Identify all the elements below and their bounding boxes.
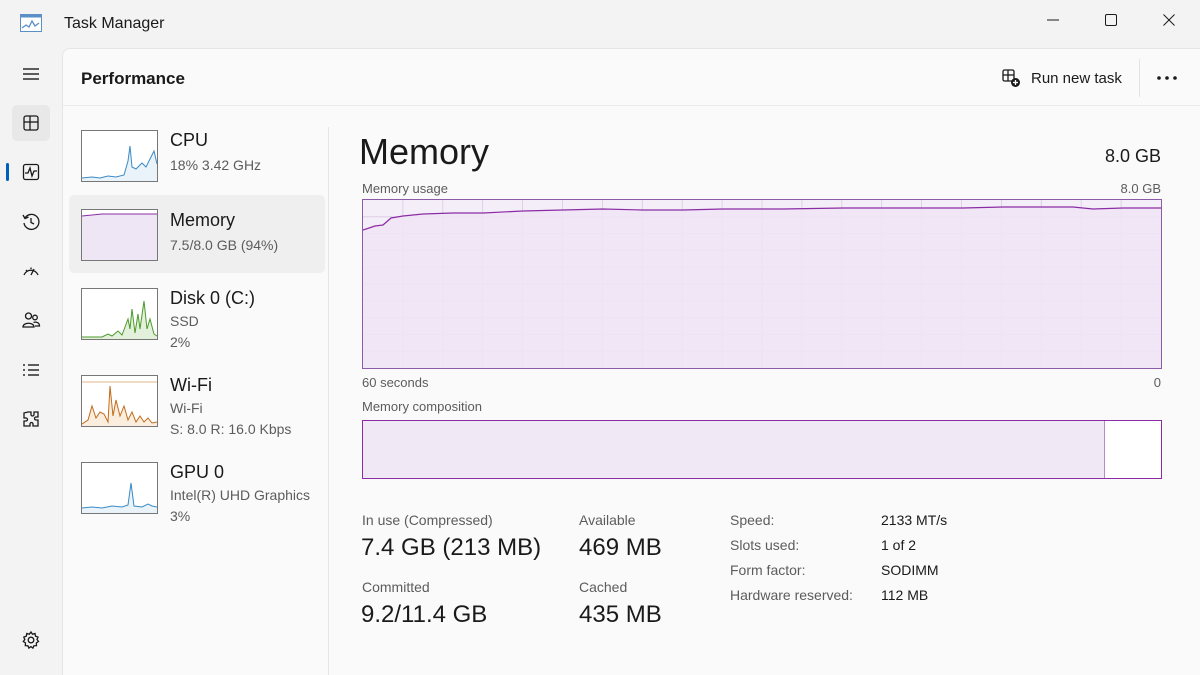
navigation-rail bbox=[0, 48, 62, 675]
device-cpu[interactable]: CPU 18% 3.42 GHz bbox=[69, 125, 325, 203]
device-memory[interactable]: Memory 7.5/8.0 GB (94%) bbox=[69, 195, 325, 273]
title-bar: Task Manager bbox=[0, 0, 1200, 48]
nav-history[interactable] bbox=[12, 204, 50, 240]
nav-app-history[interactable] bbox=[12, 154, 50, 190]
spec-value: 1 of 2 bbox=[881, 537, 917, 553]
run-new-task-button[interactable]: Run new task bbox=[1001, 66, 1122, 90]
device-name: Wi-Fi bbox=[170, 375, 212, 395]
memory-thumbnail-graph bbox=[81, 209, 158, 261]
time-axis-end: 0 bbox=[1153, 375, 1161, 390]
page-header: Performance Run new task bbox=[63, 49, 1200, 106]
available-label: Available bbox=[579, 512, 636, 528]
time-axis-start: 60 seconds bbox=[362, 375, 429, 390]
sidebar-divider bbox=[328, 127, 329, 675]
available-value: 469 MB bbox=[579, 534, 662, 561]
memory-composition-label: Memory composition bbox=[362, 399, 482, 414]
device-wifi[interactable]: Wi-Fi Wi-Fi S: 8.0 R: 16.0 Kbps bbox=[69, 370, 325, 448]
device-name: Memory bbox=[170, 210, 236, 230]
task-manager-icon bbox=[20, 14, 42, 32]
maximize-icon bbox=[1105, 14, 1117, 26]
gpu-thumbnail-graph bbox=[81, 462, 158, 514]
in-use-value: 7.4 GB (213 MB) bbox=[361, 534, 542, 561]
spec-value: 2133 MT/s bbox=[881, 512, 948, 528]
details-icon bbox=[23, 364, 39, 376]
spec-key: Hardware reserved: bbox=[730, 587, 853, 603]
close-button[interactable] bbox=[1140, 0, 1198, 40]
services-icon bbox=[23, 411, 39, 427]
performance-icon bbox=[23, 115, 39, 131]
spec-key: Form factor: bbox=[730, 562, 806, 578]
startup-icon bbox=[23, 267, 39, 276]
cached-label: Cached bbox=[579, 579, 628, 595]
active-indicator bbox=[6, 163, 9, 181]
minimize-icon bbox=[1047, 19, 1059, 21]
spec-value: SODIMM bbox=[881, 562, 939, 578]
main-panel: Performance Run new task CPU 18% 3.42 GH… bbox=[62, 48, 1200, 675]
hamburger-icon bbox=[23, 68, 39, 80]
run-new-task-label: Run new task bbox=[1031, 69, 1122, 87]
app-history-icon bbox=[22, 163, 40, 181]
hamburger-button[interactable] bbox=[12, 56, 50, 92]
device-gpu[interactable]: GPU 0 Intel(R) UHD Graphics 3% bbox=[69, 457, 325, 535]
memory-usage-label: Memory usage bbox=[362, 181, 448, 196]
nav-services[interactable] bbox=[12, 401, 50, 437]
minimize-button[interactable] bbox=[1024, 0, 1082, 40]
settings-icon bbox=[22, 630, 40, 650]
memory-usage-graph bbox=[362, 199, 1162, 369]
run-task-icon bbox=[1002, 69, 1020, 87]
close-icon bbox=[1163, 14, 1175, 26]
device-detail: 18% 3.42 GHz bbox=[170, 157, 262, 173]
history-icon bbox=[22, 213, 40, 231]
device-detail: Intel(R) UHD Graphics bbox=[170, 487, 311, 503]
nav-startup[interactable] bbox=[12, 253, 50, 289]
header-divider bbox=[1139, 59, 1140, 97]
spec-key: Speed: bbox=[730, 512, 775, 528]
device-name: GPU 0 bbox=[170, 462, 225, 482]
spec-value: 112 MB bbox=[881, 587, 929, 603]
device-name: Disk 0 (C:) bbox=[170, 288, 255, 308]
cpu-thumbnail-graph bbox=[81, 130, 158, 182]
nav-performance[interactable] bbox=[12, 105, 50, 141]
device-name: CPU bbox=[170, 130, 209, 150]
device-disk[interactable]: Disk 0 (C:) SSD 2% bbox=[69, 283, 325, 361]
nav-details[interactable] bbox=[12, 352, 50, 388]
memory-composition-bar bbox=[362, 420, 1162, 479]
in-use-label: In use (Compressed) bbox=[362, 512, 493, 528]
page-title: Performance bbox=[81, 69, 185, 88]
users-icon bbox=[22, 312, 41, 328]
more-icon bbox=[1157, 76, 1177, 80]
device-usage: 2% bbox=[170, 334, 191, 350]
spec-key: Slots used: bbox=[730, 537, 800, 553]
nav-settings[interactable] bbox=[12, 622, 50, 658]
memory-usage-max: 8.0 GB bbox=[1120, 181, 1161, 196]
committed-value: 9.2/11.4 GB bbox=[361, 601, 488, 628]
committed-label: Committed bbox=[362, 579, 430, 595]
device-detail: SSD bbox=[170, 313, 199, 329]
device-usage: 3% bbox=[170, 508, 191, 524]
detail-title: Memory bbox=[359, 131, 490, 172]
detail-total: 8.0 GB bbox=[1104, 146, 1161, 166]
device-throughput: S: 8.0 R: 16.0 Kbps bbox=[170, 421, 292, 437]
nav-users[interactable] bbox=[12, 302, 50, 338]
device-detail: Wi-Fi bbox=[170, 400, 203, 416]
maximize-button[interactable] bbox=[1082, 0, 1140, 40]
cached-value: 435 MB bbox=[579, 601, 662, 628]
wifi-thumbnail-graph bbox=[81, 375, 158, 427]
device-detail: 7.5/8.0 GB (94%) bbox=[170, 237, 279, 253]
disk-thumbnail-graph bbox=[81, 288, 158, 340]
composition-in-use bbox=[363, 421, 1106, 478]
window-title: Task Manager bbox=[64, 15, 165, 32]
more-options-button[interactable] bbox=[1149, 65, 1185, 91]
